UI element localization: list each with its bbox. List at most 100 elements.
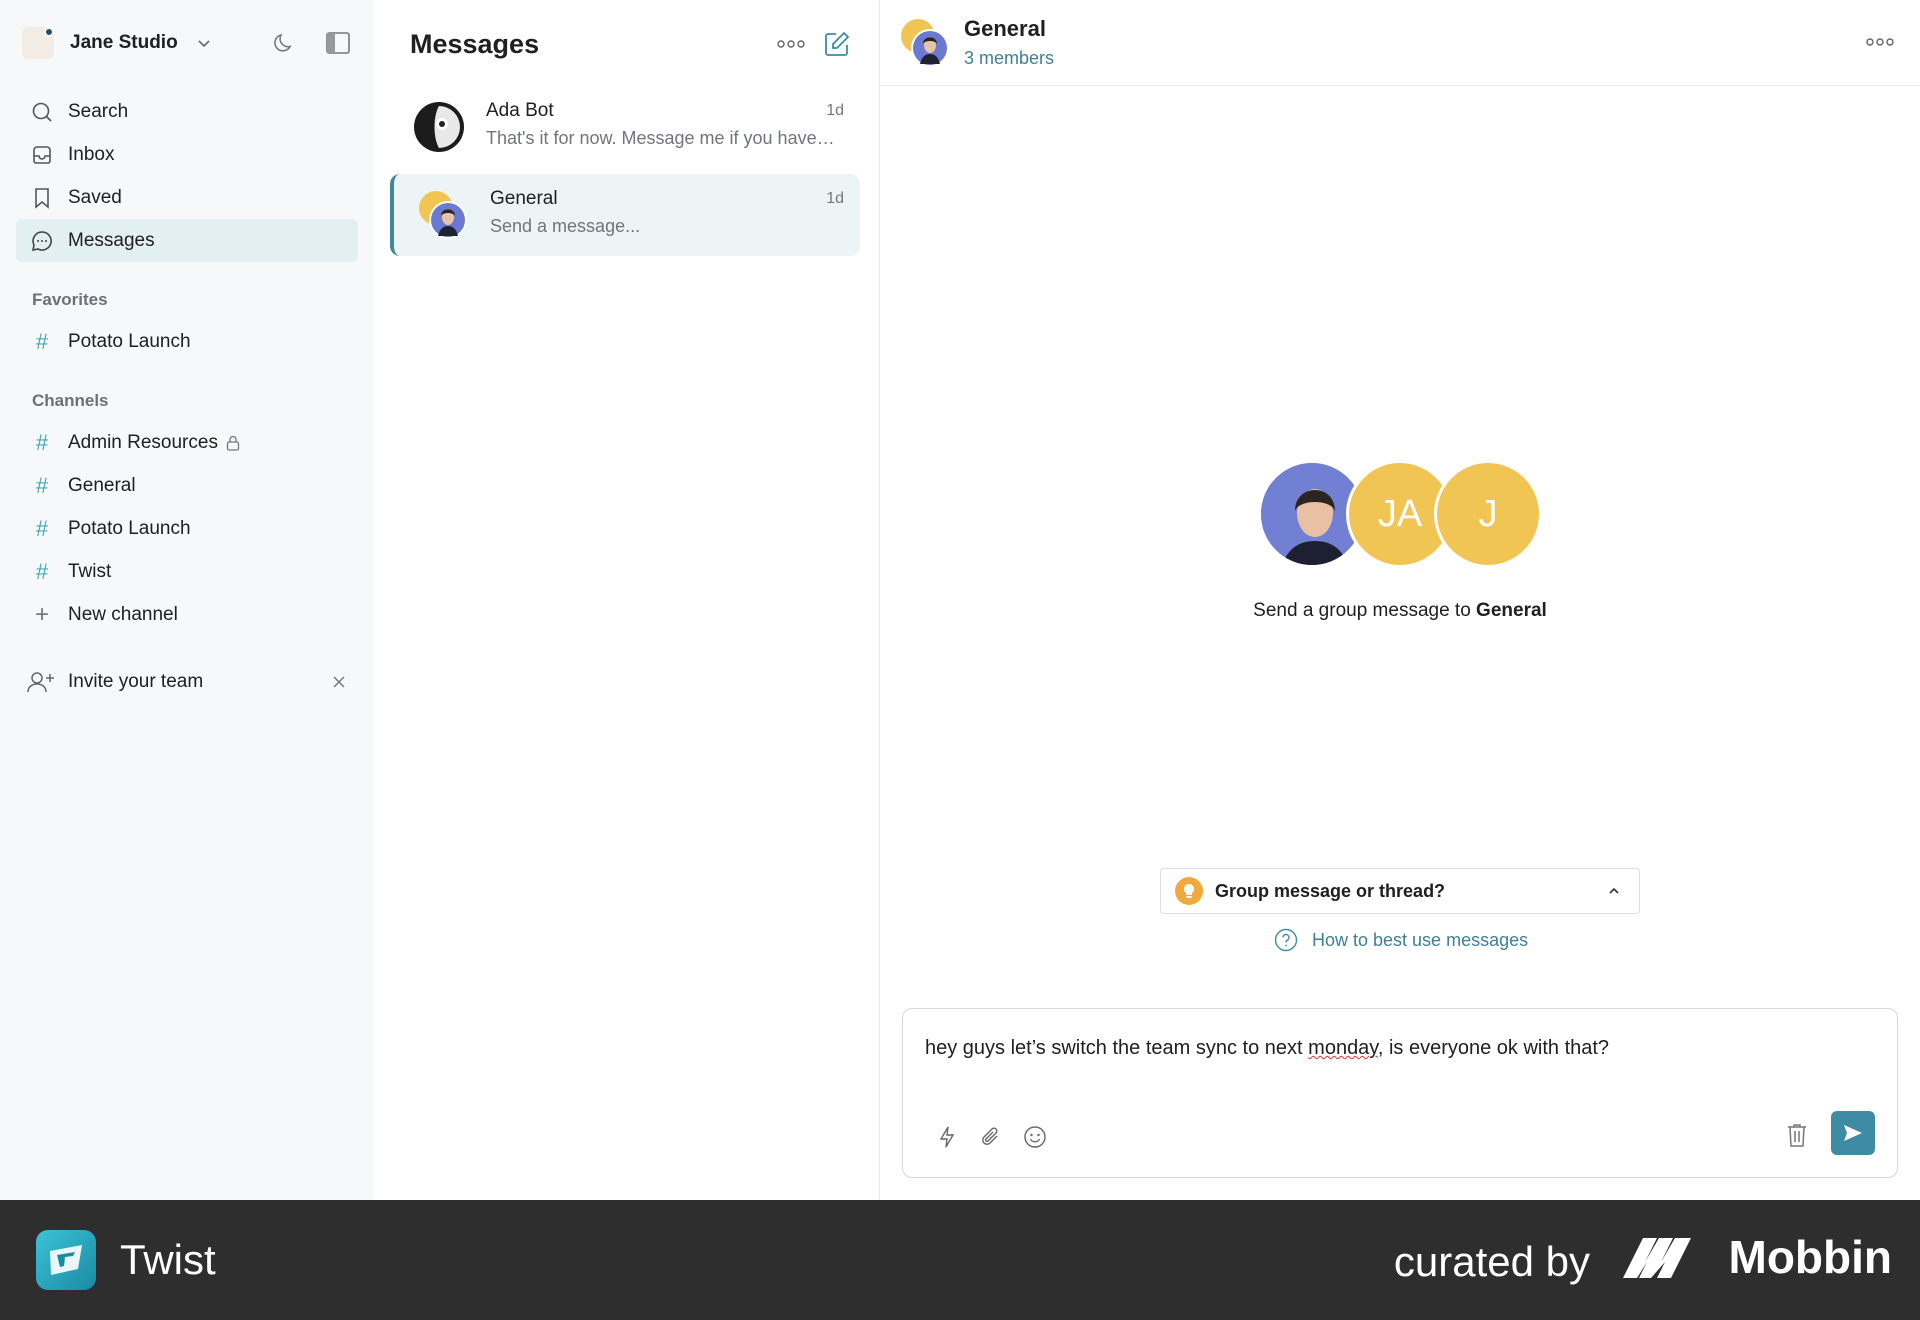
- composer-toolbar: [933, 1123, 1049, 1151]
- avatar: J: [1434, 460, 1542, 568]
- sidebar-item-search[interactable]: Search: [16, 90, 358, 133]
- sidebar-item-potato-launch[interactable]: # Potato Launch: [16, 507, 358, 550]
- channels-heading: Channels: [32, 391, 109, 410]
- attach-button[interactable]: [977, 1123, 1005, 1151]
- how-to-link[interactable]: How to best use messages: [1274, 928, 1528, 952]
- invite-label: Invite your team: [68, 671, 204, 692]
- message-input[interactable]: hey guys let’s switch the team sync to n…: [925, 1037, 1609, 1060]
- sidebar-item-twist[interactable]: # Twist: [16, 550, 358, 593]
- mobbin-label: Mobbin: [1728, 1231, 1893, 1283]
- chat-bubble-icon: [31, 230, 52, 251]
- new-channel-button[interactable]: + New channel: [16, 593, 358, 636]
- sidebar-item-general[interactable]: # General: [16, 464, 358, 507]
- sidebar-item-label: Search: [68, 100, 129, 122]
- workspace-logo[interactable]: [22, 27, 54, 59]
- chevron-up-icon: [1609, 887, 1619, 894]
- group-avatar: [419, 191, 467, 239]
- conversation-time: 1d: [826, 102, 844, 119]
- group-avatar: [901, 19, 949, 67]
- conversation-preview: Send a message...: [490, 216, 641, 236]
- new-channel-label: New channel: [68, 603, 178, 625]
- chat-panel: General 3 members JA J Send a group mess…: [880, 0, 1920, 1200]
- hint-prefix: Send a group message to: [1253, 600, 1471, 621]
- smiley-icon: [1024, 1126, 1046, 1148]
- hint-channel-name: General: [1476, 600, 1547, 621]
- sidebar-item-label: Admin Resources: [68, 431, 218, 453]
- misspelled-word: monday: [1308, 1037, 1378, 1059]
- list-header: Messages: [410, 24, 851, 64]
- discard-button[interactable]: [1783, 1121, 1811, 1149]
- compose-icon: [825, 31, 850, 56]
- chat-more-button[interactable]: [1866, 28, 1894, 56]
- sidebar-item-label: General: [68, 474, 136, 496]
- invite-team-row[interactable]: Invite your team: [26, 664, 348, 700]
- lightbulb-icon: [1175, 877, 1203, 905]
- sidebar-item-label: Potato Launch: [68, 330, 191, 352]
- send-icon: [1844, 1125, 1862, 1141]
- conversation-preview: That's it for now. Message me if you hav…: [486, 128, 836, 148]
- sidebar-item-saved[interactable]: Saved: [16, 176, 358, 219]
- lightning-icon: [939, 1126, 955, 1148]
- sidebar-item-label: Potato Launch: [68, 517, 191, 539]
- sidebar-item-favorite-potato-launch[interactable]: # Potato Launch: [16, 320, 358, 363]
- sidebar-item-label: Messages: [68, 229, 155, 251]
- app-name: Twist: [120, 1236, 216, 1283]
- inbox-icon: [33, 145, 51, 164]
- dark-mode-button[interactable]: [270, 29, 298, 57]
- close-icon[interactable]: [330, 673, 348, 691]
- group-intro: JA J Send a group message to General: [880, 460, 1920, 622]
- plus-icon: +: [34, 600, 49, 628]
- compose-button[interactable]: [823, 30, 851, 58]
- more-options-button[interactable]: [777, 30, 805, 58]
- page-title: Messages: [410, 28, 540, 59]
- hash-icon: #: [35, 515, 49, 541]
- conversation-item-ada-bot[interactable]: Ada Bot 1d That's it for now. Message me…: [390, 86, 860, 168]
- send-button[interactable]: [1831, 1111, 1875, 1155]
- sidebar-item-label: Saved: [68, 186, 122, 208]
- twist-logo-icon: [36, 1230, 96, 1290]
- footer-banner: Twist curated by Mobbin: [0, 1200, 1920, 1320]
- conversation-name: General: [490, 188, 558, 209]
- sidebar-nav: Search Inbox Saved Messages Favorites # …: [16, 90, 358, 636]
- how-to-label: How to best use messages: [1312, 929, 1529, 950]
- message-composer[interactable]: hey guys let’s switch the team sync to n…: [902, 1008, 1898, 1178]
- tip-label: Group message or thread?: [1215, 880, 1446, 901]
- avatar: [414, 102, 464, 152]
- quick-actions-button[interactable]: [933, 1123, 961, 1151]
- lock-icon: [226, 435, 240, 451]
- favorites-heading: Favorites: [32, 290, 108, 309]
- add-user-icon: [27, 672, 54, 693]
- sidebar: Jane Studio Search Inbox Saved Messages …: [0, 0, 374, 1200]
- workspace-name[interactable]: Jane Studio: [70, 32, 178, 54]
- chat-title: General: [964, 16, 1046, 41]
- group-message-hint: Send a group message to General: [880, 600, 1920, 622]
- sidebar-item-messages[interactable]: Messages: [16, 219, 358, 262]
- conversation-list: Messages Ada Bot 1d That's it for now. M…: [374, 0, 880, 1200]
- sidebar-item-inbox[interactable]: Inbox: [16, 133, 358, 176]
- workspace-header: Jane Studio: [22, 22, 352, 64]
- chevron-down-icon[interactable]: [196, 35, 212, 51]
- members-link[interactable]: 3 members: [964, 48, 1054, 69]
- app-window: Jane Studio Search Inbox Saved Messages …: [0, 0, 1920, 1200]
- sidebar-item-admin-resources[interactable]: # Admin Resources: [16, 421, 358, 464]
- ellipsis-icon: [777, 40, 805, 48]
- ellipsis-icon: [1866, 38, 1894, 46]
- group-or-thread-tip[interactable]: Group message or thread?: [1160, 868, 1640, 914]
- sidebar-icon: [326, 32, 350, 54]
- conversation-item-general[interactable]: General 1d Send a message...: [390, 174, 860, 256]
- member-avatars: JA J: [880, 460, 1920, 570]
- input-text: hey guys let’s switch the team sync to n…: [925, 1037, 1309, 1059]
- mobbin-mark-icon: [1622, 1238, 1691, 1278]
- hash-icon: #: [35, 328, 49, 354]
- help-icon: [1274, 928, 1298, 952]
- conversation-time: 1d: [826, 190, 844, 207]
- hash-icon: #: [35, 429, 49, 455]
- conversation-name: Ada Bot: [486, 100, 554, 121]
- mobbin-logo: Mobbin: [1622, 1230, 1893, 1284]
- chat-header: General 3 members: [880, 0, 1920, 86]
- moon-icon: [274, 33, 292, 52]
- search-icon: [32, 102, 52, 122]
- toggle-sidebar-button[interactable]: [324, 29, 352, 57]
- emoji-button[interactable]: [1021, 1123, 1049, 1151]
- trash-icon: [1788, 1124, 1806, 1147]
